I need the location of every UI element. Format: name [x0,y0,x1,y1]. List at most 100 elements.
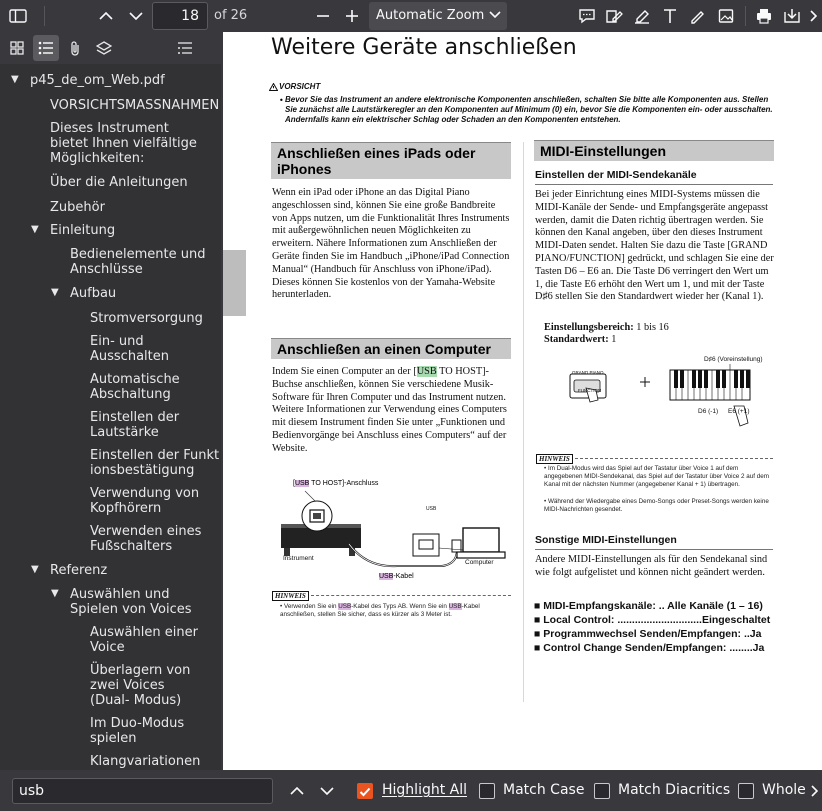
search-highlight: USB [338,603,352,610]
text-icon[interactable] [657,2,683,30]
whole-words-checkbox[interactable] [738,783,754,799]
outline-item[interactable]: Auswählen und Spielen von Voices [70,587,200,617]
outline-item[interactable]: Verwenden eines Fußschalters [90,524,210,554]
match-diacritics-checkbox[interactable] [594,783,610,799]
chevron-down-icon [129,12,143,21]
midi-setting-row: ■ MIDI-Empfangskanäle: .. Alle Kanäle (1… [534,600,763,612]
kb-label-d6: D6 (-1) [698,408,719,415]
outline-item[interactable]: VORSICHTSMASSNAHMEN [50,98,221,113]
warning-icon [269,83,278,91]
zoom-select[interactable]: Automatic Zoom [369,2,507,30]
find-bar: Highlight All Match Case Match Diacritic… [0,770,822,811]
find-previous-button[interactable] [284,777,310,805]
outline-item[interactable]: Bedienelemente und Anschlüsse [70,247,210,277]
outline-item[interactable]: Aufbau [70,286,116,301]
layers-view-icon[interactable] [91,35,117,61]
note-text-part: Im Dual-Modus wird das Spiel auf der Tas… [544,465,769,489]
save-icon[interactable] [779,2,805,30]
document-viewer[interactable]: Weitere Geräte anschließen VORSICHT • Be… [221,32,822,770]
checkmark-icon [359,787,371,797]
toggle-expanded-icon[interactable]: ▼ [51,287,59,298]
outline-item[interactable]: Auswählen einer Voice [90,625,210,655]
outline-item[interactable]: Über die Anleitungen [50,175,188,190]
figure-port-label: [USB TO HOST]-Anschluss [293,480,378,487]
toggle-expanded-icon[interactable]: ▼ [51,588,59,599]
midi-setting-row: ■ Local Control: .......................… [534,614,771,626]
outline-item[interactable]: Automatische Abschaltung [90,372,200,402]
sidebar-header [0,32,221,64]
setting-default: Standardwert: 1 [544,334,774,347]
outline-item[interactable]: Klangvariationen [90,754,200,769]
outline-item[interactable]: Einstellen der Funktionsbestätigung [90,448,221,478]
chevron-down-icon [320,787,334,796]
midi-text-2: Andere MIDI-Einstellungen als für den Se… [535,554,768,578]
comment-icon[interactable] [574,2,600,30]
setting-range-value: 1 bis 16 [633,322,669,333]
setting-range-label: Einstellungsbereich: [544,322,634,333]
setting-default-value: 1 [608,334,617,345]
caution-text: Bevor Sie das Instrument an andere elekt… [285,95,773,124]
sidebar-toggle-icon[interactable] [4,2,32,30]
outline-item-file[interactable]: p45_de_om_Web.pdf [30,73,165,88]
next-page-button[interactable] [122,2,150,30]
zoom-in-button[interactable] [339,2,365,30]
thumbnails-view-icon[interactable] [4,35,30,61]
more-tools-chevron-icon[interactable] [808,8,820,24]
highlight-icon[interactable] [629,2,655,30]
midi-text: Bei jeder Einrichtung eines MIDI-Systems… [535,189,774,303]
match-case-label[interactable]: Match Case [503,782,584,798]
signature-icon[interactable] [601,2,627,30]
whole-words-label[interactable]: Whole [762,782,806,798]
figure-cable-label: USB-Kabel [379,573,414,580]
match-diacritics-label[interactable]: Match Diacritics [618,782,730,798]
section-heading-ipad: Anschließen eines iPads oder iPhones [271,142,511,179]
sidebar: ▼ p45_de_om_Web.pdf VORSICHTSMASSNAHMEN … [0,32,221,770]
match-case-checkbox[interactable] [479,783,495,799]
pdf-page: Weitere Geräte anschließen VORSICHT • Be… [223,32,822,770]
attachments-view-icon[interactable] [62,35,88,61]
print-icon[interactable] [751,2,777,30]
draw-icon[interactable] [685,2,711,30]
find-input[interactable] [12,778,273,804]
image-icon[interactable] [713,2,739,30]
toggle-expanded-icon[interactable]: ▼ [31,224,39,235]
findbar-more-chevron-icon[interactable] [809,783,821,799]
computer-text-part: Weitere Informationen zur Verwendung ein… [272,404,507,454]
kb-label-e6: E6 (+1) [728,408,750,415]
caution-label: VORSICHT [279,82,321,91]
page-edge-tab [223,250,246,316]
figure-cable-text: -Kabel [393,573,414,580]
note-divider [311,595,511,596]
section-heading-midi: MIDI-Einstellungen [534,140,774,161]
outline-item[interactable]: Überlagern von zwei Voices (Dual- Modus) [90,663,200,708]
computer-text-part: Indem Sie einen Computer an der [ [272,366,417,377]
toggle-expanded-icon[interactable]: ▼ [31,564,39,575]
outline-item[interactable]: Zubehör [50,200,105,215]
kb-label-grand-piano: GRAND PIANO [572,370,604,375]
outline-item[interactable]: Verwendung von Kopfhörern [90,486,210,516]
find-next-button[interactable] [314,777,340,805]
setting-range: Einstellungsbereich: 1 bis 16 [544,322,774,335]
outline-item[interactable]: Ein- und Ausschalten [90,334,180,364]
outline-item[interactable]: Dieses Instrument bietet Ihnen vielfälti… [50,121,210,166]
outline-item[interactable]: Stromversorgung [90,311,203,326]
midi-setting-row: ■ Control Change Senden/Empfangen: .....… [534,642,765,654]
previous-page-button[interactable] [92,2,120,30]
setting-default-label: Standardwert: [544,334,609,345]
subheading-rule [535,184,773,185]
current-outline-item-icon[interactable] [172,35,198,61]
zoom-out-button[interactable] [310,2,336,30]
figure-usb-port-text: USB [426,506,437,512]
outline-item[interactable]: Einstellen der Lautstärke [90,410,200,440]
subheading-rule [535,549,773,550]
highlight-all-checkbox[interactable] [357,783,373,799]
outline-item[interactable]: Im Duo-Modus spielen [90,716,200,746]
toggle-expanded-icon[interactable]: ▼ [11,74,19,85]
pdf-toolbar: of 26 Automatic Zoom [0,0,822,32]
page-number-input[interactable] [152,2,208,30]
highlight-all-label[interactable]: Highlight All [382,782,467,798]
section-heading-computer: Anschließen an einen Computer [271,338,511,359]
outline-view-icon[interactable] [33,35,59,61]
outline-item[interactable]: Referenz [50,563,107,578]
outline-item[interactable]: Einleitung [50,223,115,238]
